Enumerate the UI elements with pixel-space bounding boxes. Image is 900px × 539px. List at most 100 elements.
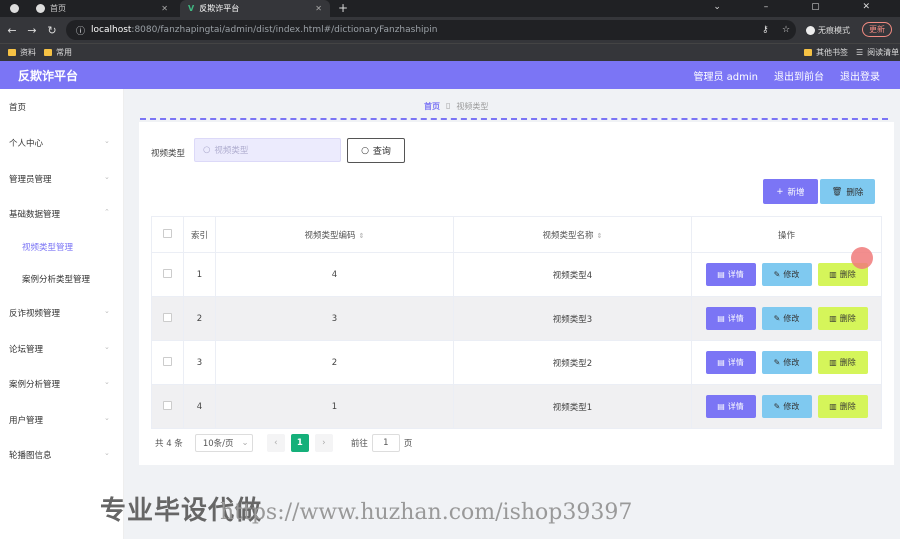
sidebar-item-admin[interactable]: 管理员管理 xyxy=(9,173,52,185)
sidebar-item-forum[interactable]: 论坛管理 xyxy=(9,343,43,355)
close-icon[interactable]: ✕ xyxy=(161,4,168,13)
bookmarks-bar: 资料 常用 其他书签 ☰ 阅读清单 xyxy=(0,43,900,61)
browser-tab-bar: 首页 ✕ V 反欺诈平台 ✕ + ⌄ – ▢ ✕ xyxy=(0,0,900,17)
globe-icon xyxy=(36,4,45,13)
chevron-down-icon: ⌄ xyxy=(104,137,110,145)
sort-icon[interactable]: ⇕ xyxy=(359,232,365,240)
key-icon[interactable]: ⚷ xyxy=(762,25,769,35)
bookmark-label: 其他书签 xyxy=(816,48,848,57)
header-index: 索引 xyxy=(183,216,216,253)
star-icon[interactable]: ☆ xyxy=(782,25,790,35)
select-all-cell xyxy=(151,216,184,253)
sidebar-item-basic-data[interactable]: 基础数据管理 xyxy=(9,208,60,220)
back-icon[interactable]: ← xyxy=(4,24,20,37)
bookmark-other[interactable]: 其他书签 xyxy=(804,47,848,58)
batch-delete-button[interactable]: 🗑 删除 xyxy=(820,179,875,204)
vue-icon: V xyxy=(188,4,195,13)
bookmark-folder[interactable]: 常用 xyxy=(44,47,72,58)
row-checkbox[interactable] xyxy=(163,400,172,410)
bookmark-folder[interactable]: 资料 xyxy=(8,47,36,58)
bookmark-reading-list[interactable]: ☰ 阅读清单 xyxy=(856,47,899,58)
url-host: localhost xyxy=(91,25,132,35)
sidebar-item-case[interactable]: 案例分析管理 xyxy=(9,378,60,390)
row-checkbox[interactable] xyxy=(163,356,172,366)
browser-menu-icon[interactable] xyxy=(10,4,19,16)
header-label: 索引 xyxy=(190,230,208,241)
detail-button[interactable]: ▤ 详情 xyxy=(705,307,756,330)
add-button[interactable]: + 新增 xyxy=(763,179,818,204)
browser-tab-active[interactable]: V 反欺诈平台 ✕ xyxy=(180,0,330,17)
delete-button[interactable]: ▥ 删除 xyxy=(817,351,868,374)
edit-button[interactable]: ✎ 修改 xyxy=(761,307,812,330)
cell-code: 4 xyxy=(215,252,454,297)
divider xyxy=(140,118,888,120)
delete-button[interactable]: ▥ 删除 xyxy=(817,307,868,330)
cell-name: 视频类型3 xyxy=(453,296,692,341)
logout-link[interactable]: 退出登录 xyxy=(840,68,880,83)
sidebar-item-carousel[interactable]: 轮播图信息 xyxy=(9,449,52,461)
pencil-icon: ✎ xyxy=(773,358,781,367)
chevron-down-icon: ⌄ xyxy=(104,173,110,181)
browser-tab-home[interactable]: 首页 ✕ xyxy=(28,0,176,17)
pencil-icon: ✎ xyxy=(773,270,781,279)
sidebar-item-profile[interactable]: 个人中心 xyxy=(9,137,43,149)
update-button[interactable]: 更新 xyxy=(862,22,892,37)
goto-page-input[interactable]: 1 xyxy=(371,434,400,452)
edit-button[interactable]: ✎ 修改 xyxy=(761,395,812,418)
table-row: 3 2 视频类型2 ▤ 详情 ✎ 修改 ▥ 删除 xyxy=(151,340,882,385)
window-controls[interactable]: ⌄ – ▢ ✕ xyxy=(713,2,890,12)
cell-code: 3 xyxy=(215,296,454,341)
detail-button[interactable]: ▤ 详情 xyxy=(705,351,756,374)
header-label: 视频类型编码 xyxy=(304,230,356,241)
sidebar-item-users[interactable]: 用户管理 xyxy=(9,414,43,426)
search-input[interactable]: ○ 视频类型 xyxy=(194,138,341,162)
edit-button[interactable]: ✎ 修改 xyxy=(761,263,812,286)
search-label: 视频类型 xyxy=(151,149,186,159)
close-icon[interactable]: ✕ xyxy=(315,4,322,13)
header-code[interactable]: 视频类型编码 ⇕ xyxy=(215,216,454,253)
breadcrumb-home[interactable]: 首页 xyxy=(424,101,440,112)
sidebar-item-home[interactable]: 首页 xyxy=(9,101,26,113)
row-select-cell xyxy=(151,296,184,341)
header-name[interactable]: 视频类型名称 ⇕ xyxy=(453,216,692,253)
edit-button[interactable]: ✎ 修改 xyxy=(761,351,812,374)
edit-label: 修改 xyxy=(783,358,800,367)
table-header-row: 索引 视频类型编码 ⇕ 视频类型名称 ⇕ 操作 xyxy=(151,216,882,253)
doc-icon: ▤ xyxy=(717,314,725,323)
folder-icon xyxy=(44,49,52,56)
sidebar-item-video-type[interactable]: 视频类型管理 xyxy=(22,241,73,253)
prev-page-button[interactable]: ‹ xyxy=(266,434,285,452)
forward-icon[interactable]: → xyxy=(24,24,40,37)
page-suffix: 页 xyxy=(403,439,413,449)
trash-icon: ▥ xyxy=(829,314,837,323)
edit-label: 修改 xyxy=(783,314,800,323)
incognito-badge[interactable]: 无痕模式 xyxy=(806,25,850,36)
query-button[interactable]: ○ 查询 xyxy=(347,138,405,163)
select-all-checkbox[interactable] xyxy=(163,228,172,238)
detail-label: 详情 xyxy=(727,314,744,323)
bookmark-label: 常用 xyxy=(56,48,72,57)
sort-icon[interactable]: ⇕ xyxy=(597,232,603,240)
user-name: 管理员 admin xyxy=(693,71,758,83)
back-to-front-link[interactable]: 退出到前台 xyxy=(774,68,824,83)
page-number-active[interactable]: 1 xyxy=(290,434,309,452)
delete-button[interactable]: ▥ 删除 xyxy=(817,395,868,418)
cell-ops: ▤ 详情 ✎ 修改 ▥ 删除 xyxy=(691,384,882,429)
search-icon: ○ xyxy=(203,145,211,155)
sidebar-item-case-type[interactable]: 案例分析类型管理 xyxy=(22,273,90,285)
main-content: 首页 ▯ 视频类型 视频类型 ○ 视频类型 ○ 查询 + 新增 🗑 删除 索引 xyxy=(124,89,900,539)
row-checkbox[interactable] xyxy=(163,312,172,322)
content-card: 视频类型 ○ 视频类型 ○ 查询 + 新增 🗑 删除 索引 视频类型编码 ⇕ 视频… xyxy=(139,122,894,465)
table-row: 2 3 视频类型3 ▤ 详情 ✎ 修改 ▥ 删除 xyxy=(151,296,882,341)
sidebar-item-video[interactable]: 反诈视频管理 xyxy=(9,307,60,319)
row-checkbox[interactable] xyxy=(163,268,172,278)
trash-icon: ▥ xyxy=(829,358,837,367)
next-page-button[interactable]: › xyxy=(314,434,333,452)
detail-button[interactable]: ▤ 详情 xyxy=(705,395,756,418)
address-input[interactable]: ⓘ localhost:8080/fanzhapingtai/admin/dis… xyxy=(66,20,796,40)
reload-icon[interactable]: ↻ xyxy=(44,24,60,37)
new-tab-button[interactable]: + xyxy=(338,1,348,15)
page-size-select[interactable]: 10条/页 ⌄ xyxy=(194,434,253,452)
query-button-label: 查询 xyxy=(372,147,391,157)
detail-button[interactable]: ▤ 详情 xyxy=(705,263,756,286)
